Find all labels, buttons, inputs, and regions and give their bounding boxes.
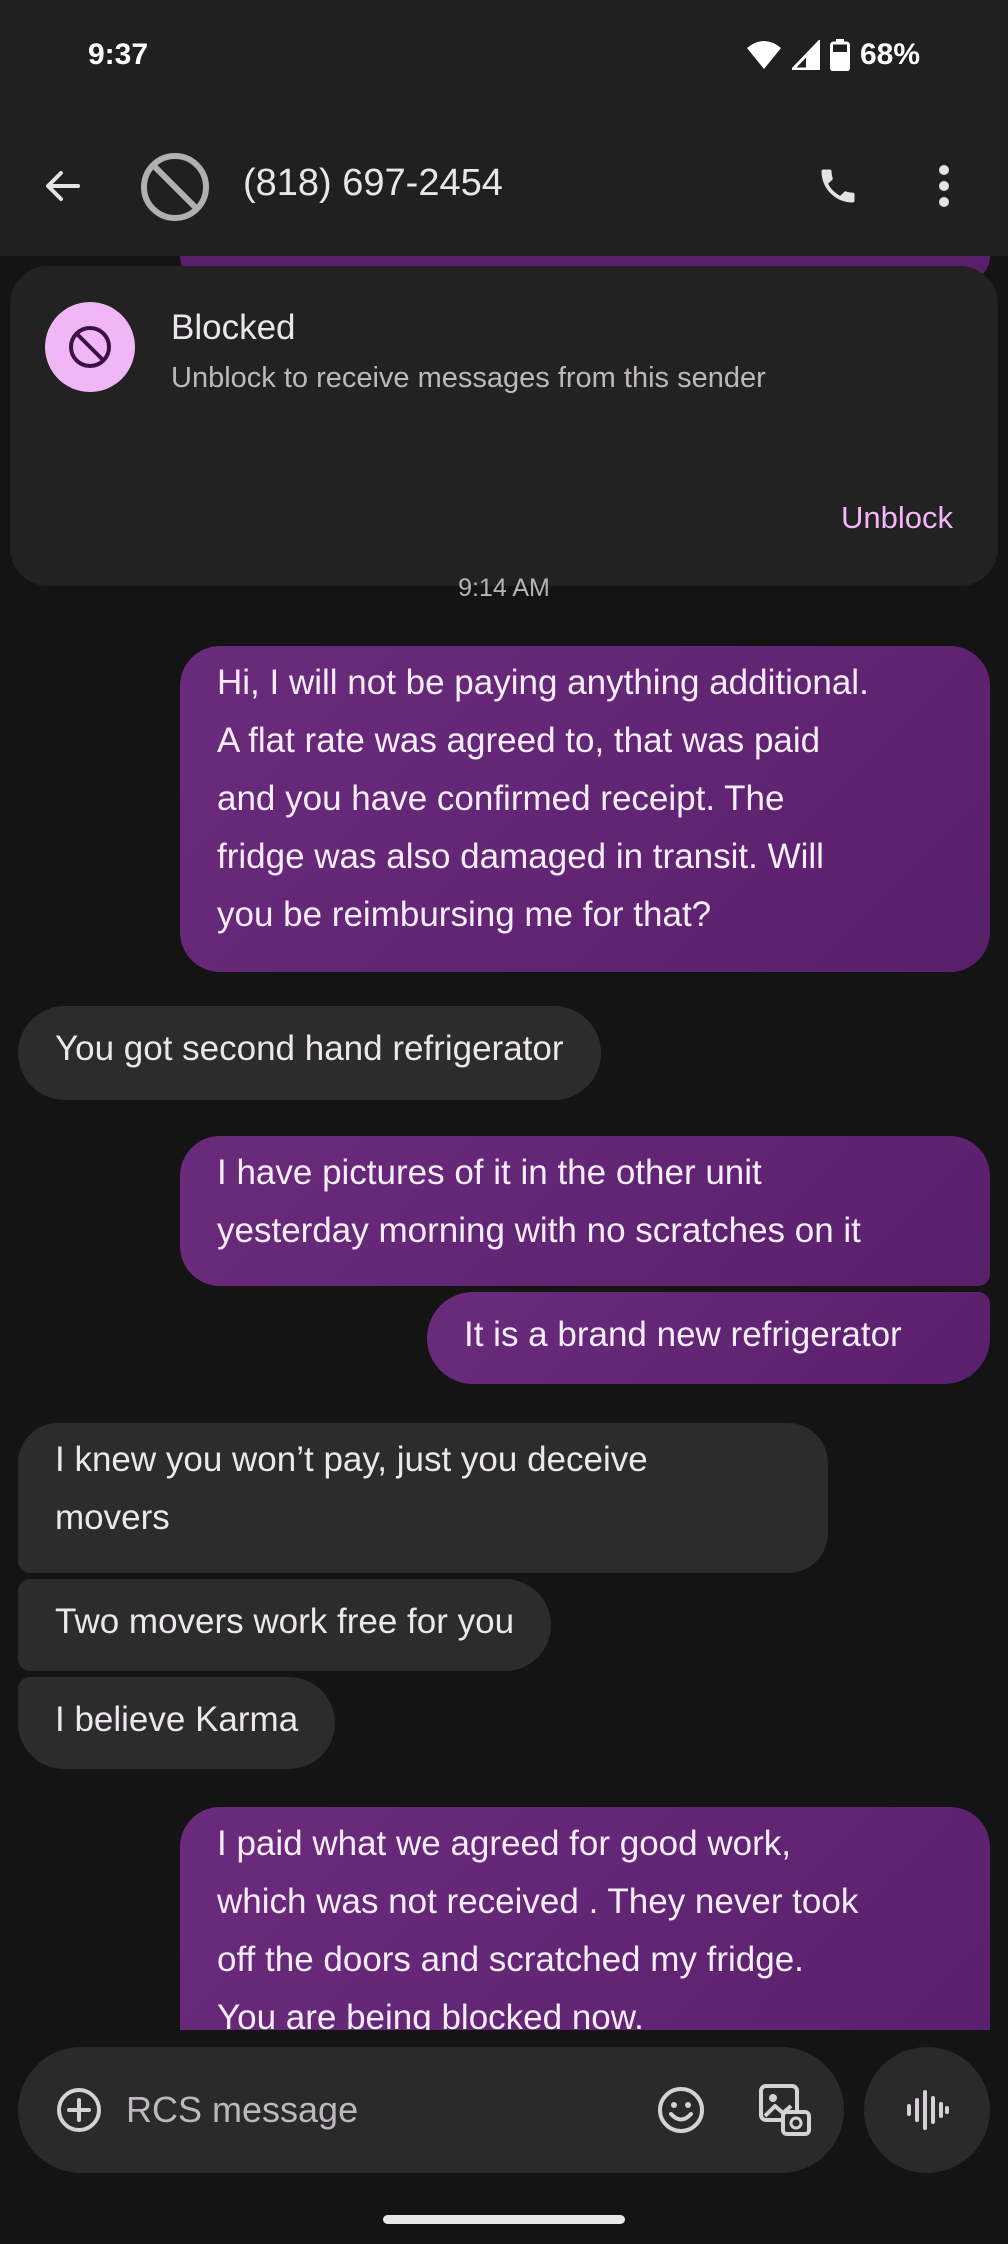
message-line: and you have confirmed receipt. The — [217, 779, 785, 818]
status-time: 9:37 — [88, 38, 149, 71]
incoming-message-bubble[interactable]: I knew you won’t pay, just you deceive m… — [18, 1423, 828, 1573]
message-line: A flat rate was agreed to, that was paid — [217, 721, 821, 760]
unblock-button[interactable]: Unblock — [841, 500, 953, 536]
message-line: You got second hand refrigerator — [55, 1029, 564, 1068]
message-line: fridge was also damaged in transit. Will — [217, 837, 824, 876]
blocked-banner-subtitle: Unblock to receive messages from this se… — [171, 362, 766, 394]
message-line: I believe Karma — [55, 1700, 299, 1739]
gallery-icon — [759, 2084, 811, 2136]
voice-icon — [907, 2090, 949, 2130]
wifi-icon — [746, 41, 781, 69]
message-line: I have pictures of it in the other unit — [217, 1153, 762, 1192]
add-icon — [57, 2088, 101, 2132]
cell-signal-icon — [791, 40, 820, 70]
blocked-banner: Blocked Unblock to receive messages from… — [10, 266, 998, 586]
attach-button[interactable] — [46, 2077, 112, 2143]
status-icons: 68% — [746, 38, 920, 72]
outgoing-message-bubble[interactable]: I paid what we agreed for good work, whi… — [180, 1807, 990, 2030]
message-line: I paid what we agreed for good work, — [217, 1824, 791, 1863]
more-vert-icon — [939, 165, 949, 207]
contact-avatar[interactable] — [140, 152, 210, 222]
back-button[interactable] — [30, 154, 94, 218]
incoming-message-bubble[interactable]: I believe Karma — [18, 1677, 336, 1769]
message-line: yesterday morning with no scratches on i… — [217, 1211, 861, 1250]
incoming-message-bubble[interactable]: You got second hand refrigerator — [18, 1006, 601, 1100]
gallery-button[interactable] — [750, 2075, 820, 2145]
blocked-banner-icon-circle — [45, 302, 135, 392]
message-list[interactable]: Blocked Unblock to receive messages from… — [0, 256, 1008, 2030]
contact-title[interactable]: (818) 697-2454 — [243, 162, 503, 205]
battery-percent: 68% — [859, 38, 920, 71]
message-line: I knew you won’t pay, just you deceive — [55, 1440, 648, 1479]
message-line: which was not received . They never took — [217, 1882, 859, 1921]
message-line: movers — [55, 1498, 170, 1537]
message-line: off the doors and scratched my fridge. — [217, 1940, 804, 1979]
phone-icon — [821, 169, 855, 203]
incoming-message-bubble[interactable]: Two movers work free for you — [18, 1579, 552, 1671]
more-options-button[interactable] — [912, 154, 976, 218]
call-button[interactable] — [806, 154, 870, 218]
gesture-nav-handle[interactable] — [383, 2215, 625, 2224]
outgoing-message-bubble[interactable]: Hi, I will not be paying anything additi… — [180, 646, 990, 972]
voice-message-button[interactable] — [864, 2047, 990, 2173]
message-line: You are being blocked now. — [217, 1998, 644, 2030]
message-input[interactable] — [126, 2081, 566, 2139]
message-line: Two movers work free for you — [55, 1602, 515, 1641]
battery-icon — [829, 39, 850, 71]
composer-bar — [0, 2030, 1008, 2244]
message-line: It is a brand new refrigerator — [464, 1315, 902, 1354]
message-timestamp: 9:14 AM — [458, 574, 550, 602]
emoji-icon — [658, 2087, 704, 2133]
back-arrow-icon — [46, 171, 80, 201]
message-line: you be reimbursing me for that? — [217, 895, 712, 934]
outgoing-message-bubble[interactable]: It is a brand new refrigerator — [427, 1292, 990, 1384]
blocked-banner-title: Blocked — [171, 308, 296, 347]
emoji-button[interactable] — [648, 2077, 714, 2143]
conversation-header: (818) 697-2454 — [0, 116, 1008, 256]
outgoing-message-bubble[interactable]: I have pictures of it in the other unit … — [180, 1136, 990, 1286]
message-line: Hi, I will not be paying anything additi… — [217, 663, 869, 702]
message-composer — [18, 2047, 844, 2173]
blocked-icon — [69, 326, 111, 368]
status-bar: 9:37 68% — [0, 0, 1008, 116]
blocked-icon — [141, 153, 209, 221]
